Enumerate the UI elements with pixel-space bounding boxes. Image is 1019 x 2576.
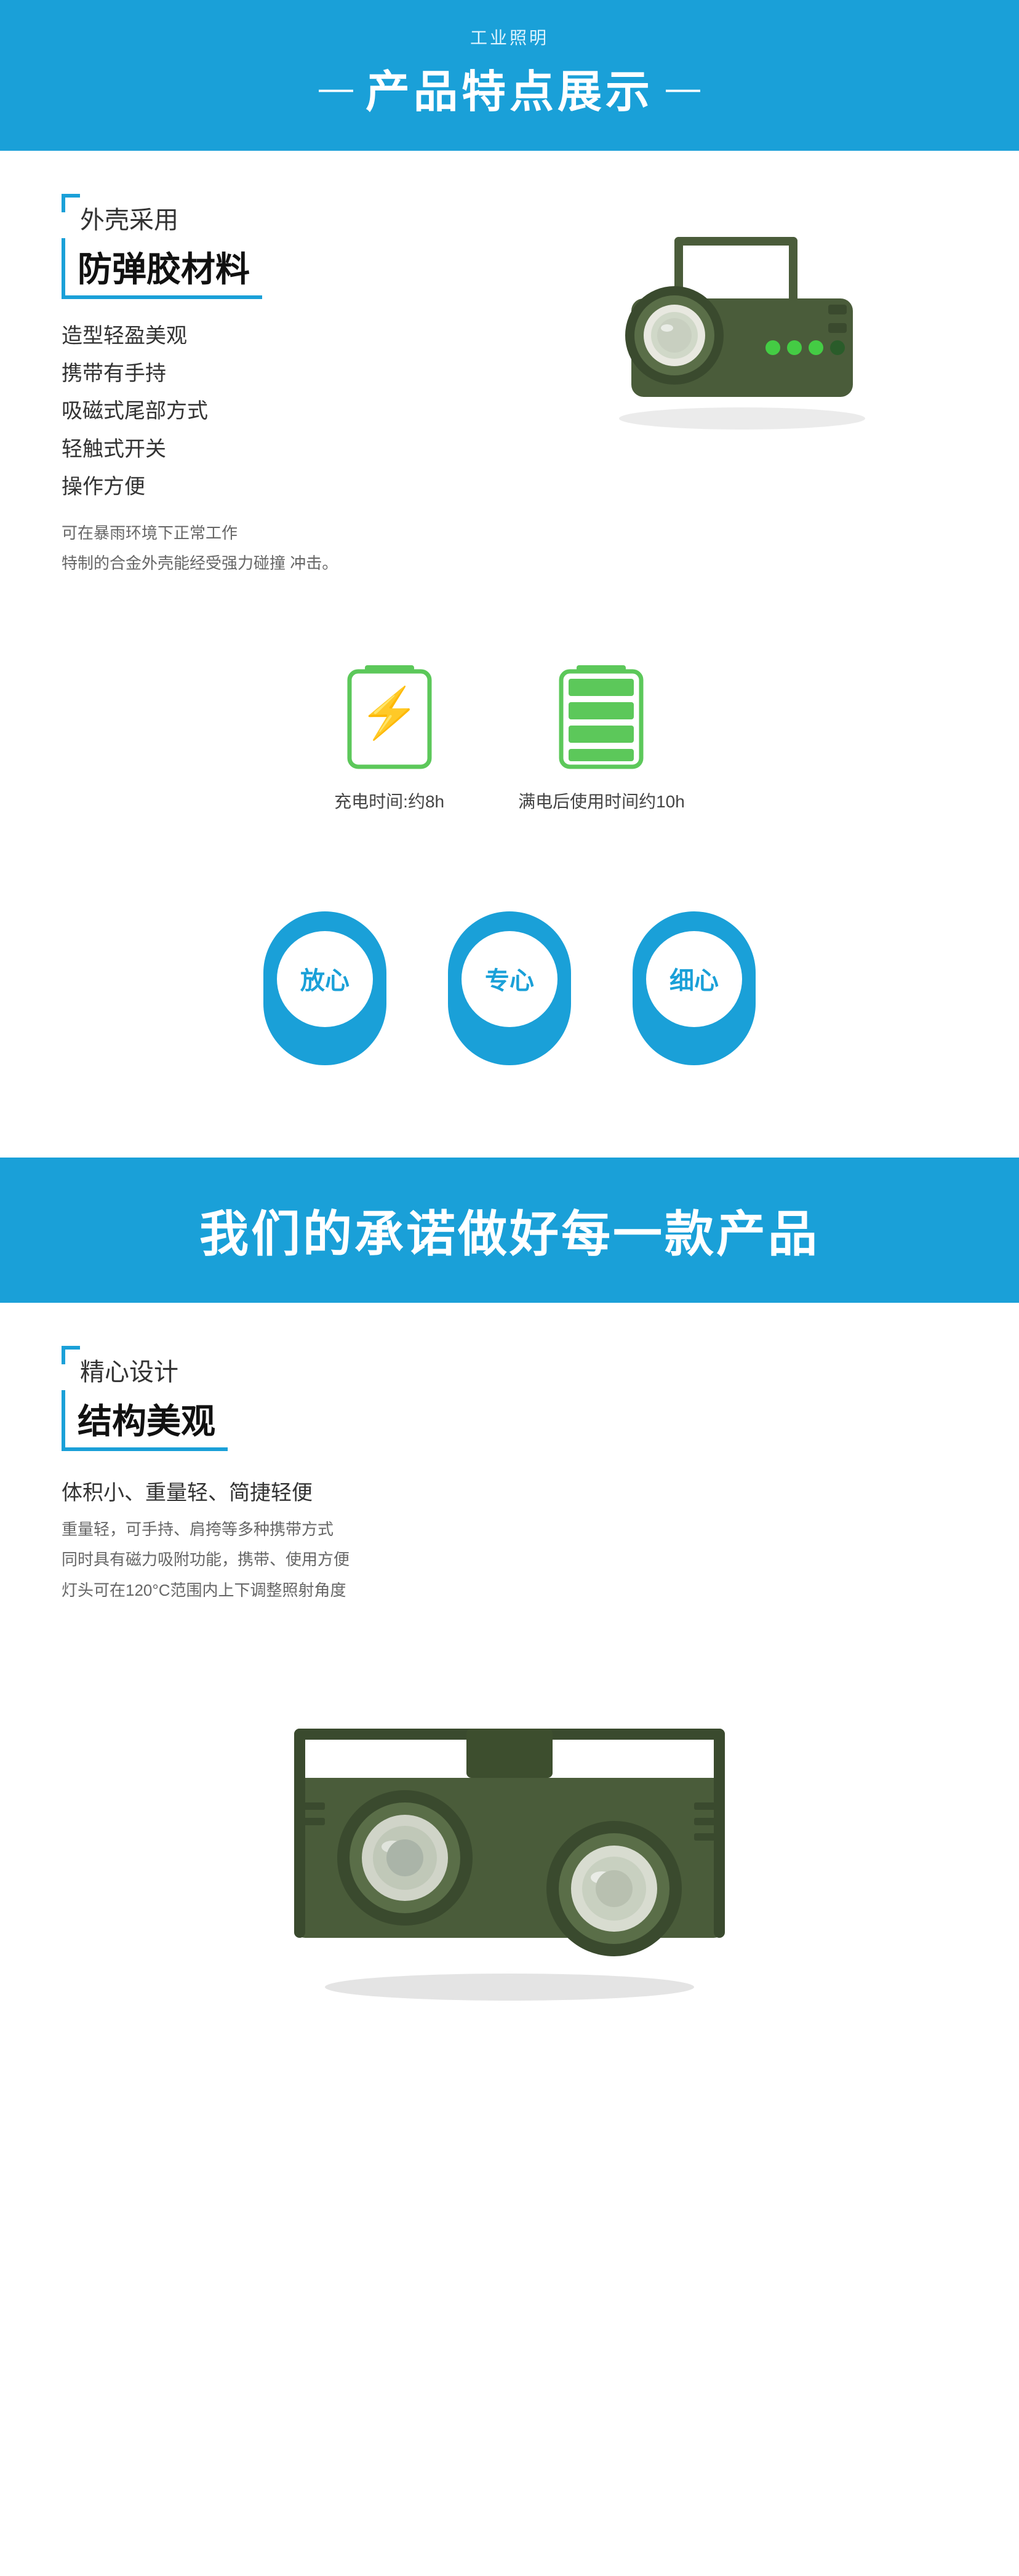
battery-full-label: 满电后使用时间约10h — [518, 788, 685, 813]
trust-badge-2-shape: 专心 — [442, 911, 577, 1096]
trust-badge-1: 放心 — [257, 911, 393, 1096]
corner-decoration-tl-2 — [62, 1346, 80, 1364]
header-subtitle: 工业照明 — [0, 25, 1019, 49]
feature-item-5: 操作方便 — [62, 468, 502, 506]
features-sub-list: 可在暴雨环境下正常工作 特制的合金外壳能经受强力碰撞 冲击。 — [62, 518, 502, 579]
header-section: 工业照明 — 产品特点展示 — — [0, 0, 1019, 151]
section2-sub-desc: 重量轻，可手持、肩挎等多种携带方式 同时具有磁力吸附功能，携带、使用方便 灯头可… — [62, 1514, 957, 1606]
corner-decoration-tl — [62, 194, 80, 212]
flashlight-image — [539, 200, 945, 434]
feature-label-main: 防弹胶材料 — [62, 238, 262, 299]
section1-content: 外壳采用 防弹胶材料 造型轻盈美观 携带有手持 吸磁式尾部方式 轻触式开关 操作… — [62, 200, 957, 579]
dual-flashlight-image — [233, 1667, 786, 2006]
feature-sub-2: 特制的合金外壳能经受强力碰撞 冲击。 — [62, 548, 502, 578]
feature-label-main-2: 结构美观 — [62, 1390, 228, 1451]
promise-text: 我们的承诺做好每一款产品 — [0, 1194, 1019, 1266]
trust-badge-3: 细心 — [626, 911, 762, 1096]
battery-charging-icon: ⚡ — [343, 653, 436, 776]
battery-full-icon — [555, 653, 647, 776]
feature-item-1: 造型轻盈美观 — [62, 318, 502, 355]
battery-section: ⚡ 充电时间:约8h 满电后使用时间约10h — [0, 616, 1019, 862]
section2-sub-3: 灯头可在120°C范围内上下调整照射角度 — [62, 1575, 957, 1606]
battery-charging: ⚡ 充电时间:约8h — [334, 653, 444, 813]
trust-badge-1-shape: 放心 — [257, 911, 393, 1096]
battery-full: 满电后使用时间约10h — [518, 653, 685, 813]
feature-label-box-2: 精心设计 结构美观 — [62, 1352, 228, 1451]
header-title-wrap: — 产品特点展示 — — [0, 55, 1019, 120]
svg-text:放心: 放心 — [300, 967, 350, 994]
svg-text:细心: 细心 — [669, 967, 719, 994]
features-main-list: 造型轻盈美观 携带有手持 吸磁式尾部方式 轻触式开关 操作方便 — [62, 318, 502, 506]
section1-left: 外壳采用 防弹胶材料 造型轻盈美观 携带有手持 吸磁式尾部方式 轻触式开关 操作… — [62, 200, 502, 579]
trust-section: 放心 专心 细心 — [0, 862, 1019, 1158]
svg-text:⚡: ⚡ — [359, 685, 420, 742]
battery-charging-label: 充电时间:约8h — [334, 788, 444, 813]
feature-item-3: 吸磁式尾部方式 — [62, 393, 502, 430]
section2-desc: 体积小、重量轻、简捷轻便 重量轻，可手持、肩挎等多种携带方式 同时具有磁力吸附功… — [62, 1476, 957, 1606]
trust-badge-3-shape: 细心 — [626, 911, 762, 1096]
section2-sub-1: 重量轻，可手持、肩挎等多种携带方式 — [62, 1514, 957, 1545]
trust-badge-2: 专心 — [442, 911, 577, 1096]
dual-light-section — [0, 1642, 1019, 2055]
feature-label-top-2: 精心设计 — [62, 1352, 228, 1388]
section-structure: 精心设计 结构美观 体积小、重量轻、简捷轻便 重量轻，可手持、肩挎等多种携带方式… — [0, 1303, 1019, 1642]
section2-main-desc: 体积小、重量轻、简捷轻便 — [62, 1476, 957, 1506]
feature-sub-1: 可在暴雨环境下正常工作 — [62, 518, 502, 548]
section-shell: 外壳采用 防弹胶材料 造型轻盈美观 携带有手持 吸磁式尾部方式 轻触式开关 操作… — [0, 151, 1019, 616]
bracket-left: — — [319, 71, 353, 105]
promise-banner: 我们的承诺做好每一款产品 — [0, 1158, 1019, 1303]
svg-text:专心: 专心 — [485, 967, 534, 994]
header-title: 产品特点展示 — [366, 55, 653, 120]
section1-right — [527, 200, 957, 434]
feature-item-2: 携带有手持 — [62, 355, 502, 393]
bracket-right: — — [666, 71, 700, 105]
feature-label-top: 外壳采用 — [62, 200, 262, 236]
section2-sub-2: 同时具有磁力吸附功能，携带、使用方便 — [62, 1545, 957, 1575]
feature-item-4: 轻触式开关 — [62, 431, 502, 468]
feature-label-box: 外壳采用 防弹胶材料 — [62, 200, 262, 299]
